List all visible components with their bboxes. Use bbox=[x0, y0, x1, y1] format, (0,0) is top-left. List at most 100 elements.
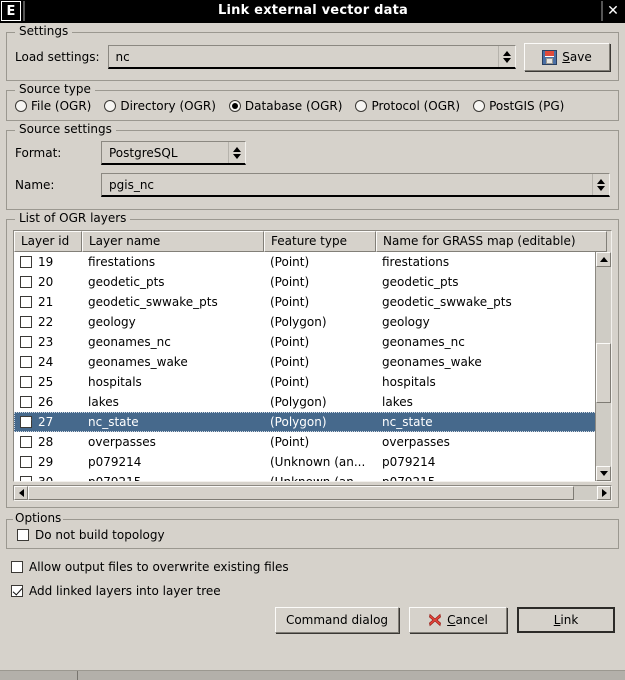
column-header-layer-name[interactable]: Layer name bbox=[82, 231, 264, 252]
radio-icon bbox=[15, 100, 27, 112]
chevron-updown-icon[interactable] bbox=[228, 142, 245, 163]
table-row[interactable]: 28 overpasses (Point) overpasses bbox=[14, 432, 611, 452]
table-row-selected[interactable]: 27 nc_state (Polygon) nc_state bbox=[14, 412, 611, 432]
table-row[interactable]: 30 p079215 (Unknown (an p079215 bbox=[14, 472, 611, 481]
allow-overwrite-checkbox[interactable]: Allow output files to overwrite existing… bbox=[11, 560, 619, 574]
vscroll-track[interactable] bbox=[596, 267, 611, 466]
row-id-cell: 29 bbox=[14, 455, 82, 469]
table-row[interactable]: 25 hospitals (Point) hospitals bbox=[14, 372, 611, 392]
table-body: 19 firestations (Point) firestations 20 … bbox=[14, 252, 611, 481]
hscroll-track[interactable] bbox=[28, 486, 597, 500]
row-checkbox[interactable] bbox=[20, 316, 32, 328]
table-row[interactable]: 23 geonames_nc (Point) geonames_nc bbox=[14, 332, 611, 352]
load-settings-combo[interactable]: nc bbox=[107, 45, 516, 69]
radio-database-ogr[interactable]: Database (OGR) bbox=[228, 99, 343, 113]
row-layer-name: lakes bbox=[88, 395, 119, 409]
row-layer-name: geonames_wake bbox=[88, 355, 188, 369]
radio-label: Database (OGR) bbox=[244, 99, 343, 113]
row-id: 30 bbox=[38, 475, 53, 481]
add-linked-layers-checkbox[interactable]: Add linked layers into layer tree bbox=[11, 584, 619, 598]
column-header-grass-map[interactable]: Name for GRASS map (editable) bbox=[376, 231, 607, 252]
row-checkbox-checked[interactable] bbox=[20, 416, 32, 428]
source-settings-group: Source settings Format: PostgreSQL Name:… bbox=[6, 123, 619, 210]
name-label: Name: bbox=[15, 178, 55, 192]
row-grass-map[interactable]: p079215 bbox=[376, 475, 591, 481]
row-checkbox[interactable] bbox=[20, 476, 32, 481]
title-bar: E Link external vector data ✕ bbox=[0, 0, 625, 23]
table-row[interactable]: 19 firestations (Point) firestations bbox=[14, 252, 611, 272]
triangle-right-icon bbox=[601, 489, 607, 497]
row-layer-name: p079215 bbox=[82, 475, 264, 481]
row-grass-map[interactable]: overpasses bbox=[376, 435, 591, 449]
table-row[interactable]: 20 geodetic_pts (Point) geodetic_pts bbox=[14, 272, 611, 292]
radio-directory-ogr[interactable]: Directory (OGR) bbox=[104, 99, 216, 113]
options-legend: Options bbox=[13, 511, 64, 525]
column-header-feature-type[interactable]: Feature type bbox=[264, 231, 376, 252]
do-not-build-topology-checkbox[interactable]: Do not build topology bbox=[17, 528, 610, 542]
radio-icon bbox=[473, 100, 486, 112]
row-checkbox[interactable] bbox=[20, 336, 32, 348]
hscroll-thumb[interactable] bbox=[28, 486, 575, 500]
scroll-left-button[interactable] bbox=[14, 486, 28, 500]
row-checkbox[interactable] bbox=[20, 376, 32, 388]
table-row[interactable]: 29 p079214 (Unknown (an... p079214 bbox=[14, 452, 611, 472]
row-checkbox[interactable] bbox=[20, 356, 32, 368]
row-layer-name: firestations bbox=[88, 255, 156, 269]
ogr-layers-group: List of OGR layers Layer id Layer name F… bbox=[6, 212, 619, 508]
vscroll-thumb[interactable] bbox=[596, 343, 611, 403]
scroll-down-button[interactable] bbox=[596, 466, 611, 481]
scroll-right-button[interactable] bbox=[597, 486, 611, 500]
row-grass-map[interactable]: hospitals bbox=[376, 375, 591, 389]
row-id-cell: 24 bbox=[14, 355, 82, 369]
table-row[interactable]: 22 geology (Polygon) geology bbox=[14, 312, 611, 332]
row-feature-type: (Unknown (an... bbox=[270, 455, 366, 469]
radio-file-ogr[interactable]: File (OGR) bbox=[15, 99, 91, 113]
table-row[interactable]: 24 geonames_wake (Point) geonames_wake bbox=[14, 352, 611, 372]
row-id: 19 bbox=[38, 255, 54, 269]
ogr-layers-legend: List of OGR layers bbox=[15, 212, 131, 225]
link-button[interactable]: Link bbox=[517, 607, 615, 633]
radio-protocol-ogr[interactable]: Protocol (OGR) bbox=[355, 99, 460, 113]
row-grass-map[interactable]: nc_state bbox=[376, 415, 591, 429]
row-grass-map[interactable]: lakes bbox=[376, 395, 591, 409]
row-grass-map[interactable]: p079214 bbox=[376, 455, 591, 469]
column-header-layer-id[interactable]: Layer id bbox=[14, 231, 82, 252]
table-row[interactable]: 26 lakes (Polygon) lakes bbox=[14, 392, 611, 412]
source-type-legend: Source type bbox=[15, 83, 95, 96]
chevron-updown-icon[interactable] bbox=[498, 46, 515, 67]
row-grass-map[interactable]: firestations bbox=[376, 255, 591, 269]
row-id-cell: 23 bbox=[14, 335, 82, 349]
dialog-body: Settings Load settings: nc Save Source t… bbox=[0, 23, 625, 670]
row-id-cell: 21 bbox=[14, 295, 82, 309]
table-row[interactable]: 21 geodetic_swwake_pts (Point) geodetic_… bbox=[14, 292, 611, 312]
name-combo[interactable]: pgis_nc bbox=[101, 173, 610, 197]
row-grass-map[interactable]: geodetic_swwake_pts bbox=[376, 295, 591, 309]
chevron-updown-icon[interactable] bbox=[592, 174, 609, 195]
row-checkbox[interactable] bbox=[20, 436, 32, 448]
row-feature-type: (Point) bbox=[270, 335, 310, 349]
row-id-cell: 22 bbox=[14, 315, 82, 329]
row-checkbox[interactable] bbox=[20, 456, 32, 468]
scroll-up-button[interactable] bbox=[596, 252, 611, 267]
table-horizontal-scrollbar[interactable] bbox=[13, 485, 612, 501]
row-checkbox[interactable] bbox=[20, 296, 32, 308]
row-grass-map[interactable]: geodetic_pts bbox=[376, 275, 591, 289]
row-grass-map[interactable]: geology bbox=[376, 315, 591, 329]
row-checkbox[interactable] bbox=[20, 256, 32, 268]
row-checkbox[interactable] bbox=[20, 396, 32, 408]
close-icon[interactable]: ✕ bbox=[603, 1, 623, 21]
row-layer-name: overpasses bbox=[88, 435, 156, 449]
row-id-cell: 19 bbox=[14, 255, 82, 269]
table-vertical-scrollbar[interactable] bbox=[595, 252, 611, 481]
radio-postgis-pg[interactable]: PostGIS (PG) bbox=[473, 99, 564, 113]
triangle-up-icon bbox=[599, 257, 608, 262]
row-grass-map[interactable]: geonames_wake bbox=[376, 355, 591, 369]
save-button[interactable]: Save bbox=[524, 43, 610, 71]
row-checkbox[interactable] bbox=[20, 276, 32, 288]
command-dialog-button[interactable]: Command dialog bbox=[275, 607, 399, 633]
cancel-button[interactable]: Cancel bbox=[409, 607, 507, 633]
format-combo[interactable]: PostgreSQL bbox=[101, 141, 246, 165]
row-layer-name: hospitals bbox=[88, 375, 142, 389]
row-id: 22 bbox=[38, 315, 54, 329]
row-grass-map[interactable]: geonames_nc bbox=[376, 335, 591, 349]
